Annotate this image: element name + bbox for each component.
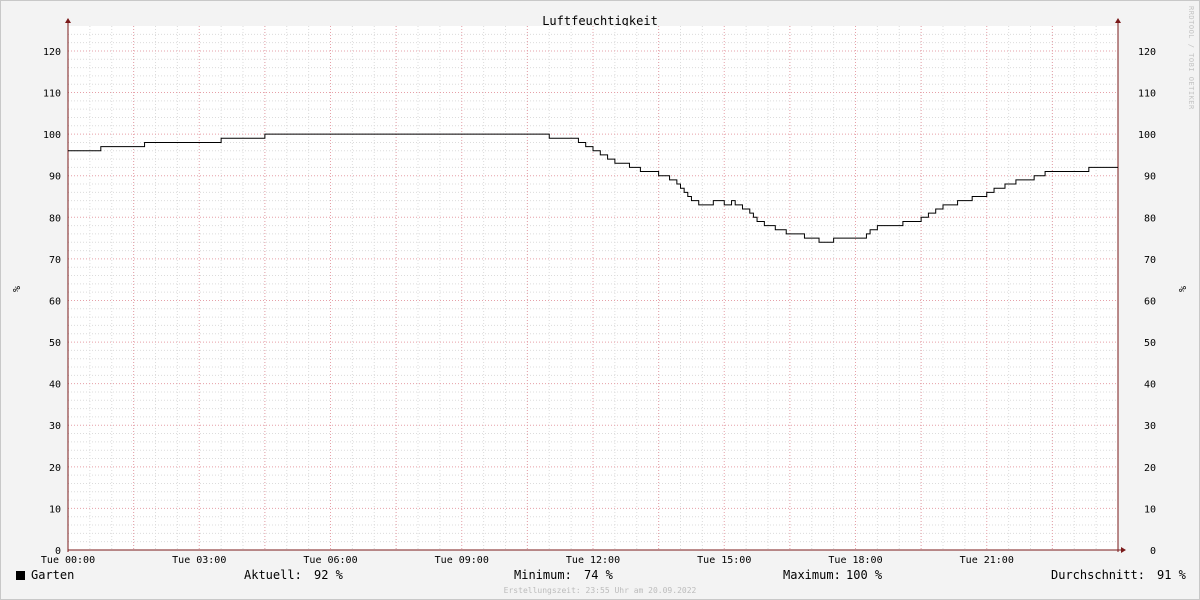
legend-current-value: 92 % [314,568,343,582]
y-tick-label-right: 50 [1144,338,1156,349]
y-tick-label-right: 20 [1144,463,1156,474]
y-tick-label-right: 110 [1138,89,1156,100]
y-tick-label-right: 70 [1144,255,1156,266]
y-tick-label-left: 40 [49,380,61,391]
chart-window: Luftfeuchtigkeit % % 0 0 10 10 20 20 30 30 40 40 5… [0,0,1200,600]
y-tick-label-left: 110 [43,89,61,100]
x-tick-label: Tue 18:00 [828,555,882,566]
legend-avg-value: 91 % [1157,568,1186,582]
y-tick-label-left: 60 [49,296,61,307]
y-tick-label-right: 40 [1144,380,1156,391]
legend-min-value: 74 % [584,568,613,582]
y-tick-label-right: 120 [1138,47,1156,58]
chart-title: Luftfeuchtigkeit [542,14,658,28]
x-tick-label: Tue 09:00 [435,555,489,566]
y-tick-label-left: 70 [49,255,61,266]
y-tick-label-right: 10 [1144,504,1156,515]
creation-timestamp: Erstellungszeit: 23:55 Uhr am 20.09.2022 [503,586,697,595]
legend-max-value: 100 % [846,568,883,582]
y-axis-arrow-right [1115,18,1121,23]
x-tick-label: Tue 06:00 [303,555,357,566]
plot-layer: 0 010 1020 2030 3040 4050 5060 6070 7080 8090 9010… [41,18,1156,566]
y-tick-label-left: 80 [49,213,61,224]
y-tick-label-right: 90 [1144,172,1156,183]
x-tick-label: Tue 21:00 [960,555,1014,566]
legend-avg-label: Durchschnitt: [1051,568,1145,582]
y-tick-label-left: 90 [49,172,61,183]
y-tick-label-right: 0 [1150,546,1156,557]
x-tick-label: Tue 03:00 [172,555,226,566]
y-tick-label-right: 60 [1144,296,1156,307]
y-tick-label-left: 20 [49,463,61,474]
y-tick-label-left: 100 [43,130,61,141]
x-tick-label: Tue 15:00 [697,555,751,566]
y-tick-label-left: 10 [49,504,61,515]
legend-current-label: Aktuell: [244,568,302,582]
y-tick-label-right: 30 [1144,421,1156,432]
y-tick-label-left: 120 [43,47,61,58]
x-axis-arrow [1121,547,1126,553]
x-tick-label: Tue 12:00 [566,555,620,566]
y-tick-label-left: 50 [49,338,61,349]
legend-max-label: Maximum: [783,568,841,582]
legend-min-label: Minimum: [514,568,572,582]
y-tick-label-right: 100 [1138,130,1156,141]
legend-row: Garten Aktuell: 92 % Minimum: 74 % Maxim… [1,568,1199,586]
chart-area: Luftfeuchtigkeit % % 0 010 1020 2030 3040 405… [10,14,1187,566]
y-tick-label-right: 80 [1144,213,1156,224]
x-tick-label: Tue 00:00 [41,555,95,566]
legend-series-name: Garten [31,568,75,582]
y-axis-label-right: % [1176,286,1187,292]
y-axis-arrow-left [65,18,71,23]
y-axis-label-left: % [10,286,21,292]
y-tick-label-left: 30 [49,421,61,432]
rrdtool-watermark: RRDTOOL / TOBI OETIKER [1187,6,1195,110]
